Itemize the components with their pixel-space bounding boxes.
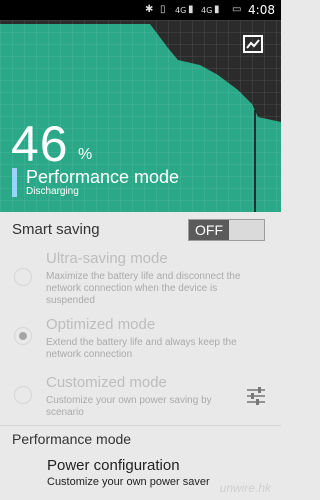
optimized-radio[interactable] — [14, 327, 32, 345]
ultra-saving-title: Ultra-saving mode — [46, 250, 168, 267]
chart-view-button[interactable] — [243, 35, 263, 53]
battery-usage-panel: 46 % Performance mode Discharging — [0, 20, 281, 212]
battery-percent-sign: % — [78, 146, 93, 163]
status-bar: ✱ ▯ 4G ▮ 4G ▮ ▭ 4:08 — [0, 0, 281, 20]
watermark: unwire.hk — [219, 481, 271, 495]
network-type-label-1: 4G — [175, 6, 187, 15]
current-mode-title: Performance mode — [26, 167, 180, 187]
ultra-saving-desc: Maximize the battery life and disconnect… — [46, 271, 241, 306]
smart-saving-toggle[interactable]: OFF — [188, 219, 265, 241]
chart-icon — [243, 35, 263, 53]
customized-title: Customized mode — [46, 374, 167, 391]
ultra-saving-option[interactable]: Ultra-saving mode Maximize the battery l… — [0, 250, 281, 310]
battery-icon: ▭ — [232, 4, 242, 15]
customized-radio[interactable] — [14, 386, 32, 404]
network-type-label-2: 4G — [201, 6, 213, 15]
signal-icon: ▮ — [188, 4, 194, 15]
battery-state: Discharging — [26, 186, 79, 197]
performance-section-label: Performance mode — [12, 431, 132, 447]
power-configuration-title[interactable]: Power configuration — [47, 457, 180, 474]
customized-desc: Customize your own power saving by scena… — [46, 395, 212, 418]
optimized-option[interactable]: Optimized mode Extend the battery life a… — [0, 316, 281, 364]
ultra-saving-radio[interactable] — [14, 268, 32, 286]
optimized-title: Optimized mode — [46, 316, 156, 333]
toggle-off-label: OFF — [189, 220, 229, 240]
optimized-desc: Extend the battery life and always keep … — [46, 337, 237, 360]
mode-indicator-bar — [12, 168, 17, 197]
customized-option[interactable]: Customized mode Customize your own power… — [0, 374, 281, 420]
bluetooth-icon: ✱ — [145, 4, 154, 15]
section-divider — [0, 425, 281, 426]
signal-icon-2: ▮ — [214, 4, 220, 15]
clock: 4:08 — [248, 3, 275, 17]
settings-sliders-icon[interactable] — [246, 387, 266, 405]
power-configuration-desc: Customize your own power saver — [47, 476, 210, 488]
vibrate-icon: ▯ — [160, 4, 166, 15]
smart-saving-label: Smart saving — [12, 221, 100, 238]
battery-percent: 46 — [11, 116, 69, 172]
